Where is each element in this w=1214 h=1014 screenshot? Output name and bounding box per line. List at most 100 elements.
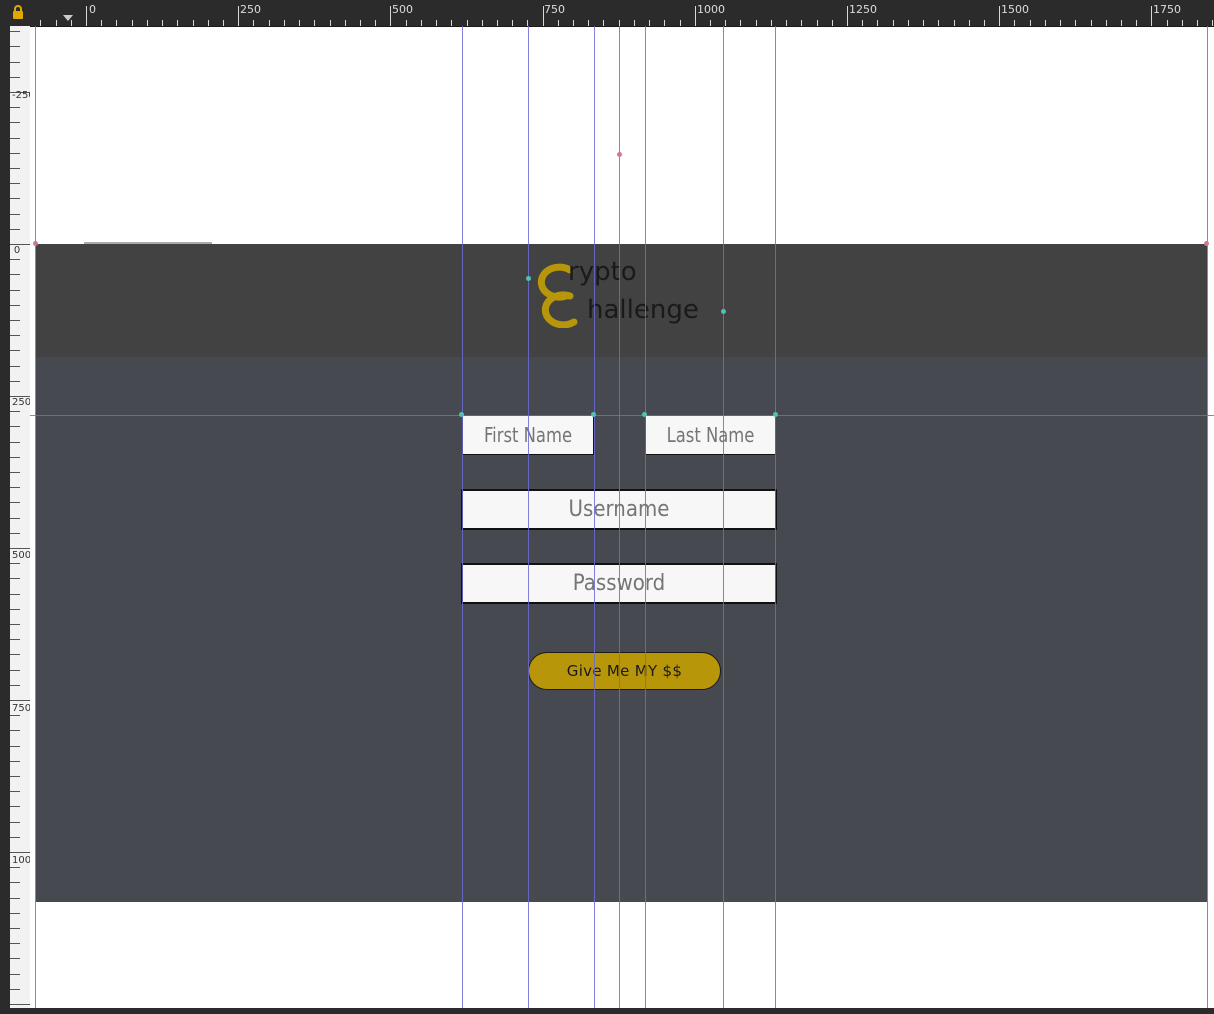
ruler-tick	[710, 20, 712, 26]
last-name-field[interactable]	[645, 415, 776, 455]
ruler-label-750: 750	[544, 3, 565, 16]
ruler-tick	[222, 20, 224, 26]
ruler-tick	[10, 274, 20, 276]
ruler-tick	[573, 20, 575, 26]
ruler-label-0: 0	[89, 3, 96, 16]
ruler-tick	[10, 624, 20, 625]
anchor-point	[526, 276, 531, 281]
ruler-tick	[1044, 20, 1046, 26]
ruler-tick	[907, 20, 909, 26]
ruler-tick	[816, 20, 818, 26]
ruler-tick	[10, 304, 20, 306]
ruler-tick	[10, 669, 20, 671]
anchor-point	[591, 412, 596, 417]
guide-horizontal[interactable]	[30, 415, 1214, 416]
ruler-tick	[344, 20, 346, 26]
guide-vertical[interactable]	[35, 26, 36, 1008]
anchor-point	[617, 152, 622, 157]
guide-vertical[interactable]	[594, 26, 595, 1008]
guide-vertical[interactable]	[462, 26, 463, 1008]
guide-vertical[interactable]	[645, 26, 646, 1008]
ruler-tick	[268, 20, 270, 26]
ruler-tick	[831, 20, 833, 26]
ruler-tick	[10, 1004, 30, 1005]
ruler-tick	[10, 684, 20, 686]
ruler-tick	[10, 563, 20, 565]
ruler-tick	[10, 61, 20, 63]
ruler-tick	[101, 20, 103, 26]
ruler-label-v-750: 750	[12, 703, 30, 714]
login-panel	[36, 357, 1207, 902]
ruler-tick	[86, 6, 87, 26]
ruler-tick	[10, 456, 20, 458]
ruler-tick	[10, 228, 20, 230]
ruler-tick	[923, 20, 925, 26]
ruler-tick	[10, 608, 20, 610]
vertical-ruler: -250 0 250 500 750 1000	[0, 26, 30, 1014]
ruler-tick	[664, 20, 666, 26]
ruler-tick	[10, 365, 20, 367]
anchor-point	[459, 412, 464, 417]
ruler-tick	[10, 973, 20, 975]
ruler-tick	[375, 20, 377, 26]
guide-vertical[interactable]	[775, 26, 776, 1008]
ruler-tick	[10, 791, 20, 793]
ruler-tick	[10, 289, 20, 291]
ruler-tick	[679, 20, 681, 26]
ruler-tick	[633, 20, 635, 26]
ruler-tick	[10, 730, 20, 732]
ruler-tick	[10, 244, 30, 245]
ruler-tick	[177, 20, 179, 26]
ruler-tick	[329, 20, 331, 26]
ruler-tick	[10, 700, 30, 701]
ruler-label-500: 500	[392, 3, 413, 16]
ruler-tick	[1166, 20, 1168, 26]
ruler-tick	[253, 20, 255, 26]
ruler-label-1750: 1750	[1153, 3, 1181, 16]
ruler-tick	[1014, 20, 1016, 26]
guide-vertical[interactable]	[619, 26, 620, 1008]
ruler-tick	[10, 137, 20, 139]
guide-vertical[interactable]	[1207, 26, 1208, 1008]
ruler-tick	[405, 20, 407, 26]
ruler-tick	[10, 532, 20, 534]
ruler-tick	[983, 20, 985, 26]
ruler-tick	[10, 183, 20, 185]
guide-vertical[interactable]	[723, 26, 724, 1008]
ruler-tick	[10, 715, 20, 717]
ruler-tick	[1181, 20, 1183, 26]
ruler-tick	[512, 20, 514, 26]
ruler-label-v-1000: 1000	[12, 855, 30, 866]
last-name-input[interactable]	[657, 416, 764, 454]
crypto-challenge-logo[interactable]: rypto hallenge	[526, 256, 736, 328]
ruler-tick	[1090, 20, 1092, 26]
logo-word-challenge: hallenge	[587, 295, 699, 325]
lock-icon[interactable]	[10, 4, 26, 20]
ruler-tick	[10, 852, 30, 853]
ruler-tick	[162, 20, 164, 26]
ruler-tick	[10, 912, 20, 914]
ruler-tick	[10, 122, 20, 124]
give-me-my-money-button[interactable]: Give Me MY $$	[528, 652, 721, 690]
ruler-tick	[649, 20, 651, 26]
ruler-tick	[1212, 20, 1214, 26]
ruler-tick	[938, 20, 940, 26]
ruler-tick	[10, 897, 20, 899]
ruler-tick	[968, 20, 970, 26]
ruler-tick	[557, 20, 559, 26]
ruler-tick	[10, 776, 20, 777]
ruler-label-1000: 1000	[697, 3, 725, 16]
ruler-tick	[892, 20, 894, 26]
ruler-tick	[10, 320, 20, 321]
ruler-tick	[10, 487, 20, 489]
ruler-tick	[10, 639, 20, 641]
ruler-tick	[146, 20, 148, 26]
ruler-tick	[10, 426, 20, 428]
ruler-tick	[953, 20, 955, 26]
guide-vertical[interactable]	[528, 26, 529, 1008]
ruler-tick	[10, 760, 20, 762]
ruler-tick	[451, 20, 453, 26]
ruler-tick	[420, 20, 422, 26]
ruler-tick	[10, 745, 20, 747]
ruler-tick	[359, 20, 361, 26]
